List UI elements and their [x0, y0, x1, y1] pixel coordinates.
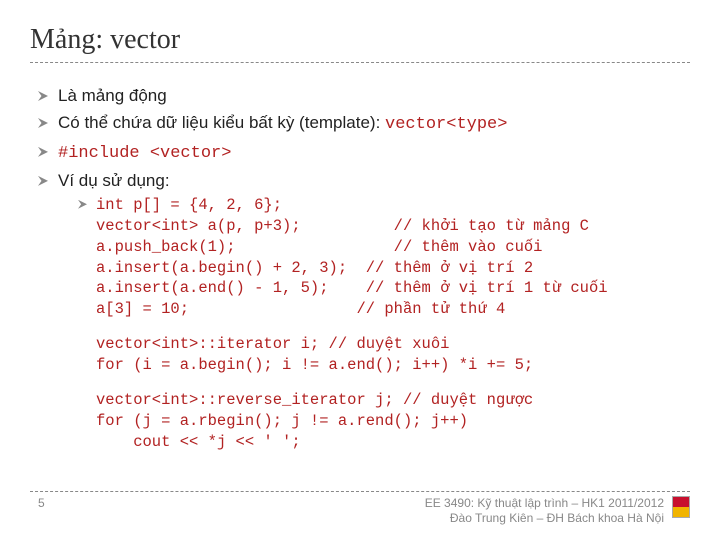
- bullet-item: Ví dụ sử dụng: int p[] = {4, 2, 6}; vect…: [38, 170, 690, 453]
- inline-code: #include <vector>: [58, 144, 231, 163]
- bullet-item: Là mảng động: [38, 85, 690, 108]
- slide-title: Mảng: vector: [30, 24, 690, 63]
- footer: 5 EE 3490: Kỹ thuật lập trình – HK1 2011…: [30, 491, 690, 526]
- inline-code: vector<type>: [385, 115, 507, 134]
- bullet-item: Có thể chứa dữ liệu kiểu bất kỳ (templat…: [38, 112, 690, 137]
- bullet-text: Ví dụ sử dụng:: [58, 171, 170, 190]
- sub-list: int p[] = {4, 2, 6}; vector<int> a(p, p+…: [58, 195, 690, 453]
- code-block: vector<int>::iterator i; // duyệt xuôi f…: [96, 334, 690, 376]
- code-block: int p[] = {4, 2, 6}; vector<int> a(p, p+…: [96, 195, 690, 321]
- bullet-text: Có thể chứa dữ liệu kiểu bất kỳ (templat…: [58, 113, 385, 132]
- page-number: 5: [38, 496, 45, 510]
- footer-line: EE 3490: Kỹ thuật lập trình – HK1 2011/2…: [45, 496, 664, 511]
- university-logo-icon: [672, 496, 690, 518]
- code-block: vector<int>::reverse_iterator j; // duyệ…: [96, 390, 690, 453]
- code-item: int p[] = {4, 2, 6}; vector<int> a(p, p+…: [78, 195, 690, 453]
- footer-line: Đào Trung Kiên – ĐH Bách khoa Hà Nội: [45, 511, 664, 526]
- footer-refs: EE 3490: Kỹ thuật lập trình – HK1 2011/2…: [45, 496, 664, 526]
- bullet-list: Là mảng động Có thể chứa dữ liệu kiểu bấ…: [30, 85, 690, 453]
- bullet-item: #include <vector>: [38, 141, 690, 166]
